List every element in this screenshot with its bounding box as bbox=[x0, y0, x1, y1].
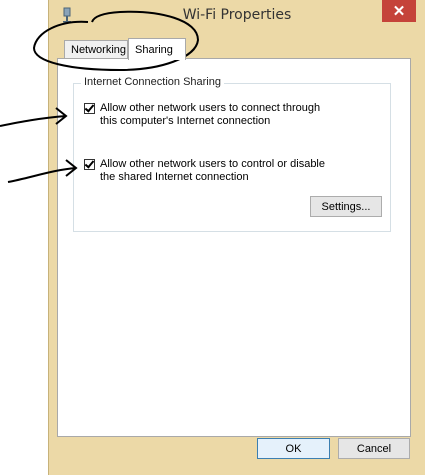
allow-control-checkbox[interactable] bbox=[84, 159, 95, 170]
properties-window: Wi-Fi Properties ✕ Networking Sharing In… bbox=[48, 0, 425, 475]
close-button[interactable]: ✕ bbox=[382, 0, 416, 22]
tab-label: Networking bbox=[71, 44, 127, 56]
tab-networking[interactable]: Networking bbox=[64, 40, 128, 60]
group-title: Internet Connection Sharing bbox=[81, 76, 224, 88]
title-bar[interactable]: Wi-Fi Properties ✕ bbox=[49, 0, 425, 32]
close-icon: ✕ bbox=[392, 3, 406, 20]
tab-label: Sharing bbox=[135, 43, 173, 56]
allow-connect-checkbox[interactable] bbox=[84, 103, 95, 114]
ics-groupbox: Internet Connection Sharing Allow other … bbox=[73, 76, 391, 232]
allow-control-option[interactable]: Allow other network users to control or … bbox=[84, 158, 340, 184]
settings-button[interactable]: Settings... bbox=[310, 196, 382, 217]
allow-connect-option[interactable]: Allow other network users to connect thr… bbox=[84, 102, 340, 128]
allow-connect-label: Allow other network users to connect thr… bbox=[100, 102, 321, 127]
window-title: Wi-Fi Properties bbox=[182, 7, 292, 23]
tab-sharing[interactable]: Sharing bbox=[128, 38, 186, 60]
cancel-button[interactable]: Cancel bbox=[338, 438, 410, 459]
allow-control-label: Allow other network users to control or … bbox=[100, 158, 325, 183]
ok-button[interactable]: OK bbox=[257, 438, 330, 459]
sharing-panel: Internet Connection Sharing Allow other … bbox=[57, 58, 411, 437]
